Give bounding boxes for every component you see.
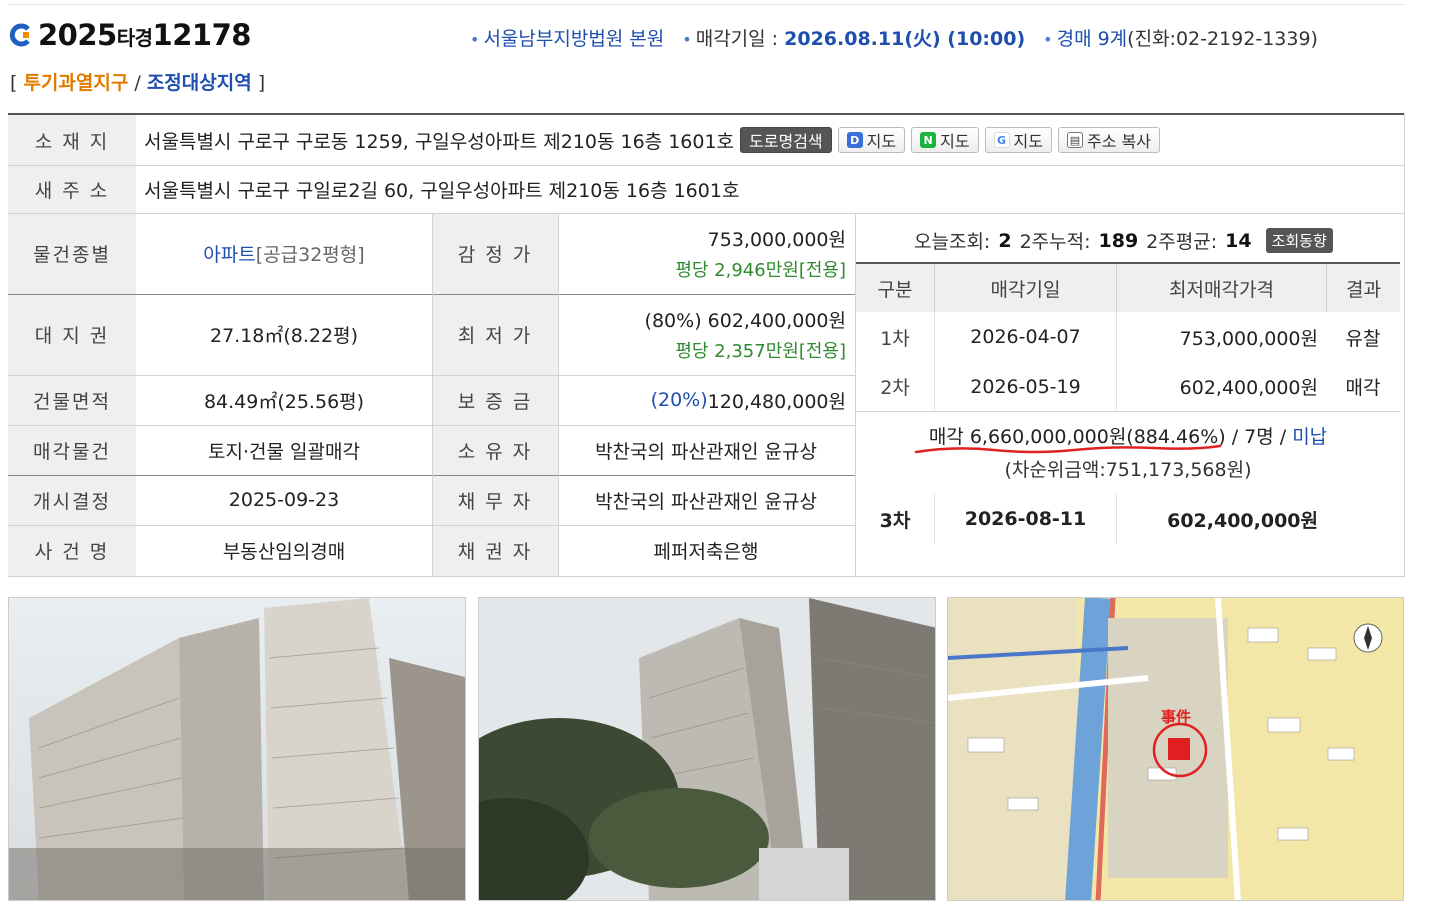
view-trend-button[interactable]: 조회동향	[1265, 228, 1333, 253]
history-header: 구분 매각기일 최저매각가격 결과	[856, 262, 1400, 312]
naver-map-button[interactable]: N 지도	[911, 127, 979, 153]
site-logo-icon	[9, 23, 30, 47]
building-value: 84.49㎡(25.56평)	[203, 390, 365, 413]
grid-line	[558, 213, 559, 576]
map-image: 事件	[948, 598, 1403, 900]
min-price-per-pyeong: 평당 2,357만원[전용]	[675, 341, 846, 362]
case-name-label: 사 건 명	[8, 525, 136, 576]
new-address-label: 새 주 소	[8, 165, 136, 213]
case-name-row: 사 건 명 부동산임의경매 채 권 자 페퍼저축은행	[8, 525, 854, 576]
google-icon: G	[993, 132, 1010, 148]
address-label: 소 재 지	[8, 115, 136, 165]
min-price-label: 최 저 가	[432, 294, 558, 375]
map-case-label: 事件	[1161, 708, 1191, 726]
history-row: 1차 2026-04-07 753,000,000원 유찰	[856, 312, 1400, 362]
appraisal-per-pyeong: 평당 2,946만원[전용]	[675, 260, 846, 281]
two-week-views: 189	[1098, 229, 1139, 252]
debtor-value: 박찬국의 파산관재인 윤규상	[595, 490, 817, 513]
history-col-price: 최저매각가격	[1116, 264, 1326, 312]
dept-info: • 경매 9계(진화:02-2192-1339)	[1043, 28, 1318, 50]
case-name-value: 부동산임의경매	[222, 541, 346, 563]
sale-object-label: 매각물건	[8, 425, 136, 475]
start-value: 2025-09-23	[228, 489, 340, 511]
header-info: • 서울남부지방법원 본원 • 매각기일 : 2026.08.11(火) (10:0…	[470, 24, 1318, 51]
land-value: 27.18㎡(8.22평)	[209, 325, 358, 347]
land-row: 대 지 권 27.18㎡(8.22평) 최 저 가 (80%) 602,400,…	[8, 294, 854, 375]
grid-line	[8, 213, 1405, 214]
appraisal-value: 753,000,000원	[707, 229, 846, 251]
address-value: 서울특별시 구로구 구로동 1259, 구일우성아파트 제210동 16층 16…	[144, 130, 735, 153]
debtor-label: 채 무 자	[432, 475, 558, 525]
apartment-photo-image	[9, 598, 465, 900]
creditor-label: 채 권 자	[432, 525, 558, 576]
tag-adjustment-zone: 조정대상지역	[146, 72, 252, 94]
two-week-avg: 14	[1225, 229, 1252, 252]
daum-icon: D	[846, 132, 863, 148]
start-row: 개시결정 2025-09-23 채 무 자 박찬국의 파산관재인 윤규상	[8, 475, 854, 525]
second-bid-amount: (차순위금액:751,173,568원)	[1004, 459, 1252, 481]
start-label: 개시결정	[8, 475, 136, 525]
sale-object-row: 매각물건 토지·건물 일괄매각 소 유 자 박찬국의 파산관재인 윤규상	[8, 425, 854, 475]
deposit-value: 120,480,000원	[707, 390, 846, 413]
naver-icon: N	[920, 132, 937, 148]
tag-speculation-zone: 투기과열지구	[23, 72, 129, 94]
grid-line	[8, 165, 1405, 166]
grid-line	[432, 213, 433, 576]
unpaid-status: 미납	[1292, 426, 1328, 448]
type-label: 물건종별	[8, 213, 136, 294]
top-divider	[8, 4, 1405, 5]
building-photo-1[interactable]	[8, 597, 466, 901]
owner-label: 소 유 자	[432, 425, 558, 475]
building-label: 건물면적	[8, 375, 136, 425]
history-row-round3: 3차 2026-08-11 602,400,000원	[856, 494, 1400, 544]
zone-tags: [ 투기과열지구 / 조정대상지역 ]	[10, 72, 266, 94]
min-price-value: (80%) 602,400,000원	[644, 310, 846, 332]
road-name-search-button[interactable]: 도로명검색	[740, 127, 832, 153]
history-col-date: 매각기일	[934, 264, 1116, 312]
view-stats: 오늘조회: 2 2주누적: 189 2주평균: 14 조회동향	[914, 227, 1333, 254]
history-col-round: 구분	[877, 278, 913, 301]
appraisal-label: 감 정 가	[432, 213, 558, 294]
deposit-pct: (20%)	[650, 389, 708, 411]
owner-value: 박찬국의 파산관재인 윤규상	[595, 440, 817, 463]
land-label: 대 지 권	[8, 294, 136, 375]
history-row: 2차 2026-05-19 602,400,000원 매각	[856, 362, 1400, 412]
type-link[interactable]: 아파트	[203, 240, 255, 267]
address-row: 소 재 지 서울특별시 구로구 구로동 1259, 구일우성아파트 제210동 …	[8, 115, 1405, 165]
google-map-button[interactable]: G 지도	[984, 127, 1052, 153]
daum-map-button[interactable]: D 지도	[837, 127, 906, 153]
new-address-value: 서울특별시 구로구 구일로2길 60, 구일우성아파트 제210동 16층 16…	[144, 179, 740, 202]
grid-line	[1404, 113, 1405, 577]
court-link[interactable]: 서울남부지방법원 본원	[483, 28, 664, 50]
creditor-value: 페퍼저축은행	[653, 541, 759, 563]
sale-object-value: 토지·건물 일괄매각	[208, 440, 360, 463]
copy-address-button[interactable]: ▤ 주소 복사	[1058, 127, 1160, 153]
building-photo-2[interactable]	[478, 597, 936, 901]
building-row: 건물면적 84.49㎡(25.56평) 보 증 금 (20%) 120,480,…	[8, 375, 854, 425]
new-address-row: 새 주 소 서울특별시 구로구 구일로2길 60, 구일우성아파트 제210동 …	[8, 165, 1405, 213]
court-info: • 서울남부지방법원 본원	[470, 28, 665, 50]
case-title: 2025타경12178	[8, 18, 251, 52]
location-map[interactable]: 事件	[947, 597, 1404, 901]
type-row: 물건종별 아파트 [공급32평형] 감 정 가 753,000,000원 평당 2…	[8, 213, 854, 294]
sale-date-info: • 매각기일 : 2026.08.11(火) (10:00)	[682, 28, 1026, 50]
today-views: 2	[998, 229, 1012, 252]
copy-icon: ▤	[1067, 132, 1083, 148]
history-col-result: 결과	[1326, 264, 1400, 312]
apartment-photo-image	[479, 598, 935, 900]
deposit-label: 보 증 금	[432, 375, 558, 425]
case-number: 2025타경12178	[38, 18, 251, 52]
